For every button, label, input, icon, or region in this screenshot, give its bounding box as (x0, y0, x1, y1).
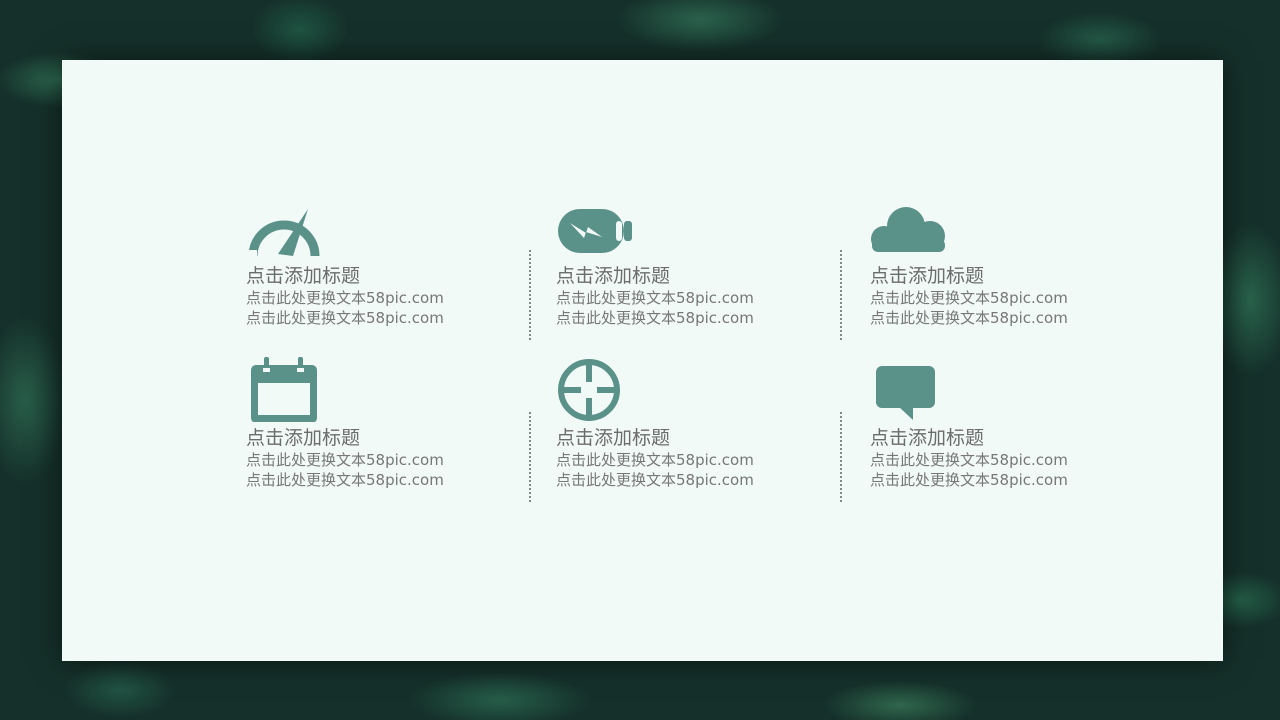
item-text-line: 点击此处更换文本58pic.com (246, 471, 444, 489)
item-title: 点击添加标题 (246, 265, 361, 287)
item-text-line: 点击此处更换文本58pic.com (556, 289, 754, 307)
item-title: 点击添加标题 (870, 427, 985, 449)
item-text-line: 点击此处更换文本58pic.com (870, 289, 1068, 307)
item-text-line: 点击此处更换文本58pic.com (246, 309, 444, 327)
item-title: 点击添加标题 (246, 427, 361, 449)
item-title: 点击添加标题 (870, 265, 985, 287)
crosshair-icon (556, 356, 636, 422)
item-text-line: 点击此处更换文本58pic.com (556, 471, 754, 489)
item-text-line: 点击此处更换文本58pic.com (556, 451, 754, 469)
item-text-line: 点击此处更换文本58pic.com (870, 451, 1068, 469)
item-text-line: 点击此处更换文本58pic.com (246, 451, 444, 469)
column-divider (529, 412, 531, 502)
item-text-line: 点击此处更换文本58pic.com (870, 309, 1068, 327)
speech-bubble-icon (870, 356, 950, 422)
item-title: 点击添加标题 (556, 265, 671, 287)
item-text-line: 点击此处更换文本58pic.com (246, 289, 444, 307)
content-card: 点击添加标题 点击此处更换文本58pic.com 点击此处更换文本58pic.c… (62, 60, 1223, 661)
speedometer-icon (246, 206, 326, 266)
item-text-line: 点击此处更换文本58pic.com (870, 471, 1068, 489)
battery-charging-icon (556, 206, 636, 266)
item-title: 点击添加标题 (556, 427, 671, 449)
column-divider (529, 250, 531, 340)
cloud-icon (870, 206, 950, 266)
item-text-line: 点击此处更换文本58pic.com (556, 309, 754, 327)
column-divider (840, 250, 842, 340)
column-divider (840, 412, 842, 502)
calendar-icon (246, 356, 326, 422)
